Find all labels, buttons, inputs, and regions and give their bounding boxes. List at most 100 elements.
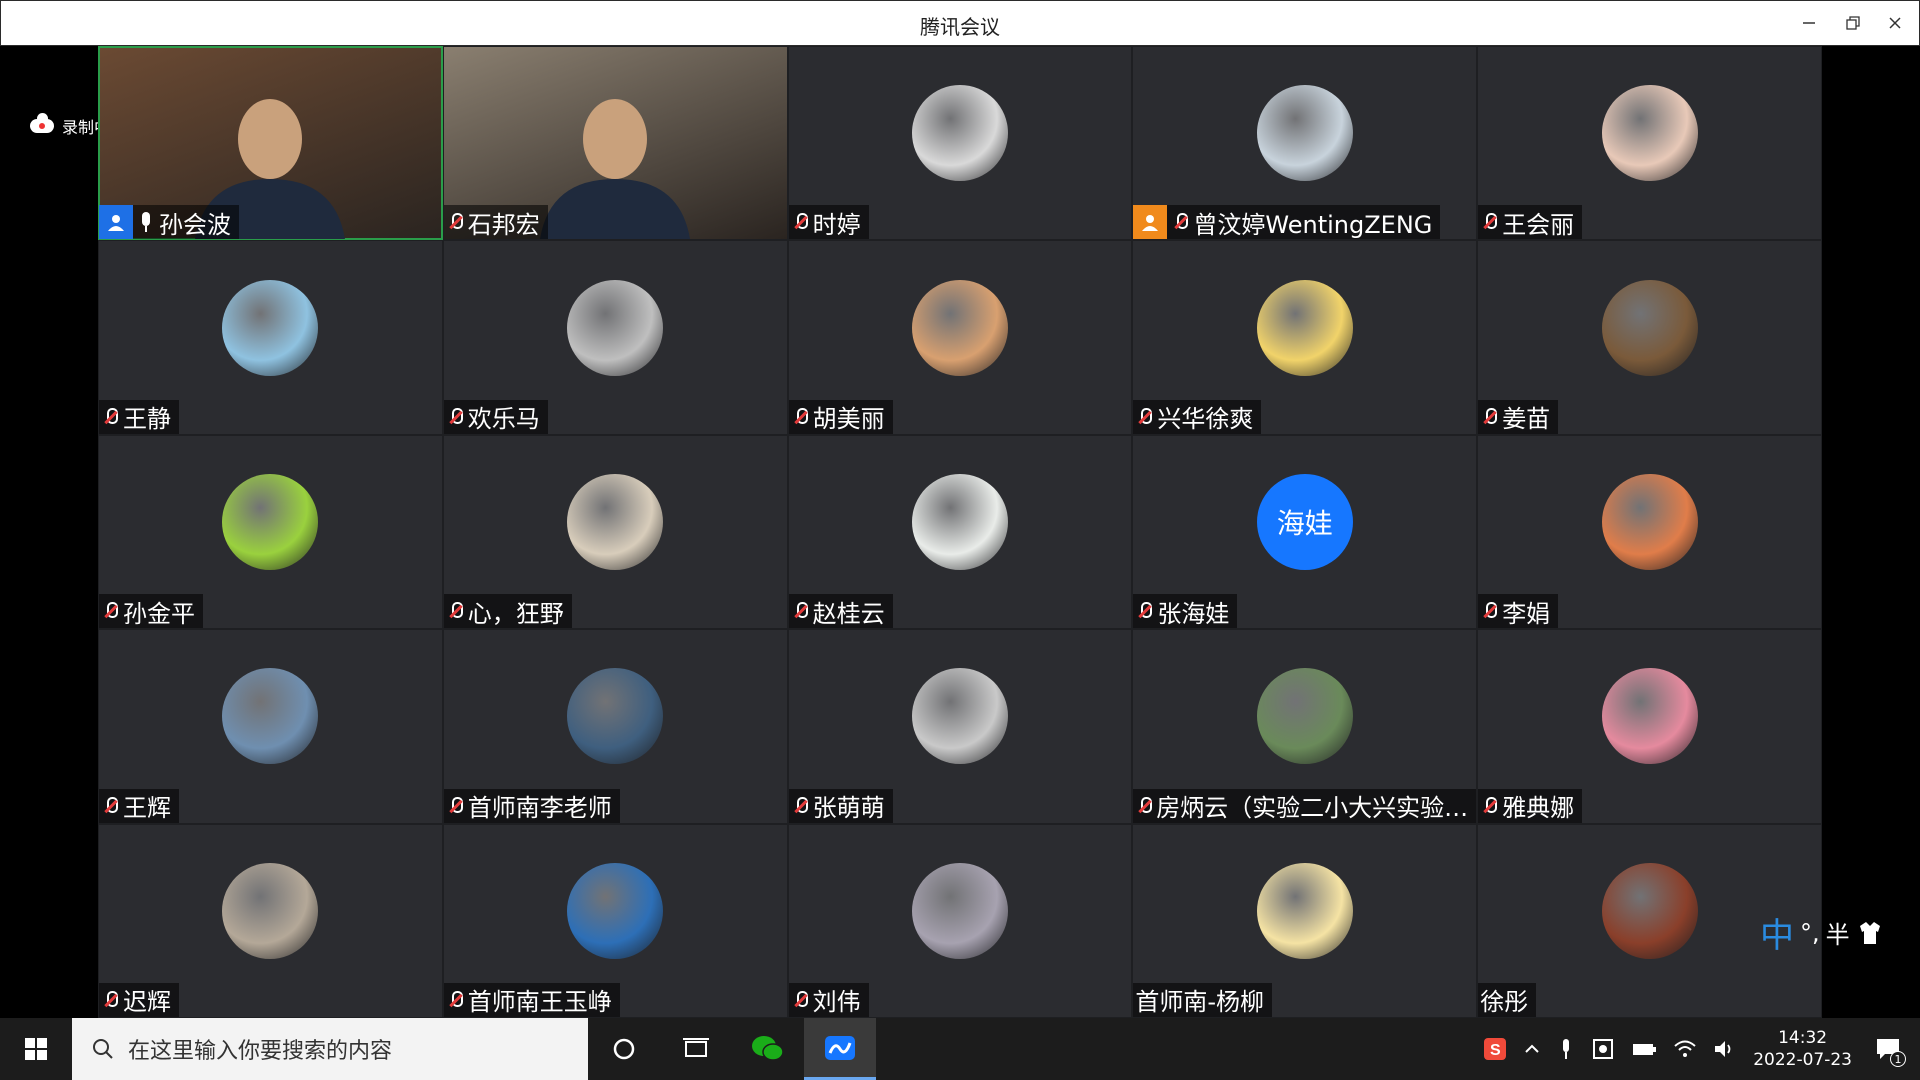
participant-name: 时婷: [812, 210, 861, 239]
microphone-muted-icon: [446, 405, 464, 429]
host-badge-icon: [99, 205, 133, 240]
svg-text:S: S: [1490, 1042, 1501, 1059]
participant-tile[interactable]: 赵桂云: [787, 434, 1133, 630]
participant-name: 曾汶婷WentingZENG: [1193, 210, 1433, 239]
notification-center-button[interactable]: 1: [1868, 1029, 1908, 1069]
participant-name: 迟辉: [123, 988, 171, 1017]
start-button[interactable]: [0, 1018, 72, 1080]
participant-tile[interactable]: 李娟: [1477, 434, 1822, 630]
minimize-icon: [1803, 22, 1815, 24]
participant-tile[interactable]: 欢乐马: [442, 240, 788, 435]
participant-avatar: 海娃: [1256, 473, 1353, 570]
microphone-muted-icon: [1480, 794, 1498, 818]
close-button[interactable]: [1877, 7, 1913, 39]
participant-tile[interactable]: 王辉: [98, 629, 443, 824]
shirt-icon[interactable]: [1856, 920, 1884, 946]
participant-tile[interactable]: 房炳云（实验二小大兴实验…: [1132, 629, 1478, 824]
participant-avatar: [911, 668, 1008, 765]
participant-name: 徐彤: [1480, 988, 1529, 1017]
participant-nameplate: 李娟: [1478, 594, 1559, 629]
participant-name: 胡美丽: [812, 405, 885, 434]
participant-nameplate: 首师南-杨柳: [1133, 982, 1273, 1017]
participant-nameplate: 首师南李老师: [443, 788, 620, 823]
tencent-meeting-button[interactable]: [804, 1018, 876, 1080]
participant-name: 心，狂野: [467, 599, 564, 628]
participant-avatar: [1256, 862, 1353, 959]
participant-avatar: [911, 862, 1008, 959]
volume-icon[interactable]: [1713, 1038, 1737, 1060]
participant-name: 石邦宏: [467, 210, 540, 239]
participant-tile[interactable]: 首师南-杨柳: [1132, 823, 1478, 1018]
ime-toolbar[interactable]: 中 °, 半: [1760, 908, 1884, 957]
system-clock[interactable]: 14:32 2022-07-23: [1753, 1027, 1852, 1071]
participant-tile[interactable]: 张萌萌: [787, 629, 1133, 824]
ime-width[interactable]: 半: [1826, 915, 1850, 950]
participant-tile[interactable]: 孙金平: [98, 434, 443, 630]
participant-tile[interactable]: 时婷: [787, 46, 1133, 241]
microphone-muted-icon: [446, 210, 464, 234]
taskbar: 在这里输入你要搜索的内容 S 14:32 2022-07-23 1: [0, 1018, 1920, 1080]
battery-icon[interactable]: [1631, 1039, 1657, 1059]
system-tray: S 14:32 2022-07-23 1: [1483, 1018, 1920, 1080]
window-title: 腾讯会议: [920, 15, 1000, 39]
microphone-muted-icon: [791, 210, 809, 234]
participant-nameplate: 张萌萌: [788, 788, 893, 823]
participant-avatar: [222, 862, 319, 959]
ime-punct[interactable]: °,: [1800, 919, 1820, 947]
participant-avatar: [222, 279, 319, 376]
wifi-icon[interactable]: [1673, 1038, 1697, 1060]
participant-nameplate: 王静: [99, 399, 179, 434]
ime-lang[interactable]: 中: [1760, 908, 1794, 957]
participant-tile[interactable]: 胡美丽: [787, 240, 1133, 435]
participant-name: 孙金平: [123, 599, 195, 628]
participant-grid: 孙会波 石邦宏 时婷 曾汶婷WentingZENG 王会丽王静 欢乐马 胡美丽 兴华徐爽 姜苗孙…: [98, 46, 1822, 1018]
microphone-muted-icon: [791, 599, 809, 623]
microphone-muted-icon: [101, 599, 119, 623]
participant-tile[interactable]: 雅典娜: [1477, 629, 1822, 824]
participant-tile[interactable]: 心，狂野: [442, 434, 788, 630]
participant-tile[interactable]: 石邦宏: [442, 46, 788, 241]
cortana-button[interactable]: [588, 1018, 660, 1080]
participant-tile[interactable]: 王会丽: [1477, 46, 1822, 241]
participant-name: 张海娃: [1157, 599, 1230, 628]
participant-avatar: [1601, 668, 1698, 765]
participant-avatar: [1601, 279, 1698, 376]
participant-tile[interactable]: 刘伟: [787, 823, 1133, 1018]
participant-name: 张萌萌: [812, 794, 885, 823]
participant-avatar: [567, 862, 664, 959]
microphone-muted-icon: [791, 405, 809, 429]
participant-avatar: [1601, 85, 1698, 182]
participant-nameplate: 姜苗: [1478, 399, 1559, 434]
participant-tile[interactable]: 王静: [98, 240, 443, 435]
participant-tile[interactable]: 迟辉: [98, 823, 443, 1018]
microphone-muted-icon: [1135, 599, 1153, 623]
participant-tile[interactable]: 兴华徐爽: [1132, 240, 1478, 435]
participant-tile[interactable]: 孙会波: [98, 46, 443, 241]
participant-nameplate: 迟辉: [99, 982, 179, 1017]
cortana-icon: [613, 1038, 635, 1060]
clock-time: 14:32: [1778, 1028, 1828, 1048]
participant-tile[interactable]: 首师南李老师: [442, 629, 788, 824]
participant-tile[interactable]: 海娃 张海娃: [1132, 434, 1478, 630]
sogou-ime-icon[interactable]: S: [1483, 1037, 1507, 1061]
window-titlebar: 腾讯会议: [0, 0, 1920, 46]
chevron-up-icon[interactable]: [1523, 1040, 1541, 1058]
participant-tile[interactable]: 首师南王玉峥: [442, 823, 788, 1018]
video-feed: [520, 79, 710, 240]
participant-avatar: [1256, 668, 1353, 765]
minimize-button[interactable]: [1791, 7, 1827, 39]
participant-avatar: [567, 668, 664, 765]
task-view-button[interactable]: [660, 1018, 732, 1080]
participant-avatar: [1256, 279, 1353, 376]
participant-tile[interactable]: 曾汶婷WentingZENG: [1132, 46, 1478, 241]
participant-tile[interactable]: 姜苗: [1477, 240, 1822, 435]
taskbar-search[interactable]: 在这里输入你要搜索的内容: [72, 1018, 588, 1080]
participant-nameplate: 房炳云（实验二小大兴实验…: [1133, 788, 1477, 823]
security-icon[interactable]: [1591, 1037, 1615, 1061]
microphone-icon[interactable]: [1557, 1037, 1575, 1061]
participant-name: 雅典娜: [1502, 794, 1575, 823]
microphone-muted-icon: [101, 988, 119, 1012]
wechat-button[interactable]: [732, 1018, 804, 1080]
participant-name: 房炳云（实验二小大兴实验…: [1156, 794, 1469, 823]
restore-button[interactable]: [1835, 7, 1871, 39]
